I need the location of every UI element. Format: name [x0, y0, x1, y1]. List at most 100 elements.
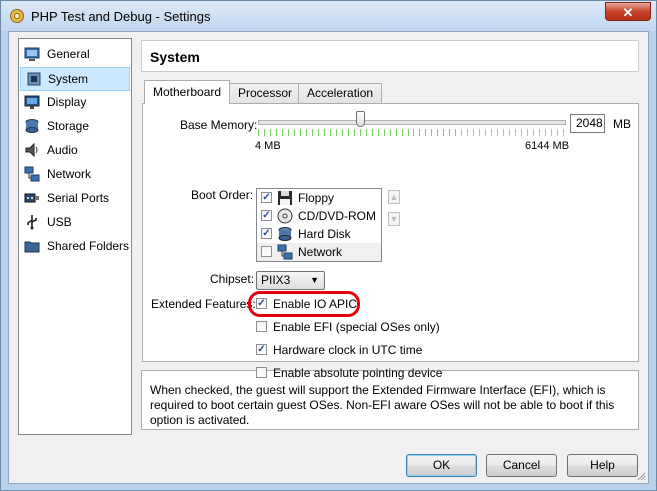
settings-gear-icon: [10, 9, 24, 23]
title-bar[interactable]: PHP Test and Debug - Settings ✕: [1, 1, 656, 31]
settings-sidebar: General System Display Storage Audio Net…: [18, 38, 132, 435]
sidebar-item-general[interactable]: General: [19, 43, 131, 67]
slider-tick: [318, 129, 319, 136]
cancel-button[interactable]: Cancel: [486, 454, 557, 477]
boot-device-name: CD/DVD-ROM: [298, 209, 376, 223]
slider-tick: [455, 129, 456, 136]
slider-tick: [551, 129, 552, 136]
slider-tick: [372, 129, 373, 136]
audio-icon: [25, 142, 38, 158]
slider-tick: [390, 129, 391, 136]
boot-order-list[interactable]: ✓ Floppy ✓ CD/DVD-ROM ✓ Hard Disk Networ…: [256, 188, 382, 262]
arrow-up-icon: ▲: [389, 192, 399, 202]
list-item[interactable]: ✓ Hard Disk: [257, 225, 381, 243]
slider-tick: [521, 129, 522, 136]
hard-disk-icon: [278, 227, 292, 241]
sidebar-item-label: General: [47, 47, 90, 61]
ok-button[interactable]: OK: [406, 454, 477, 477]
boot-device-name: Floppy: [298, 191, 335, 205]
slider-tick: [527, 129, 528, 136]
slider-tick: [282, 129, 283, 136]
page-header: System: [141, 40, 639, 72]
slider-tick: [545, 129, 546, 136]
floppy-icon: [278, 191, 292, 205]
slider-tick: [443, 129, 444, 136]
sidebar-item-label: Serial Ports: [47, 191, 110, 205]
slider-tick: [437, 129, 438, 136]
slider-tick: [467, 129, 468, 136]
close-button[interactable]: ✕: [605, 2, 651, 21]
sidebar-item-serial-ports[interactable]: Serial Ports: [19, 187, 131, 211]
storage-icon: [25, 119, 39, 133]
utc-clock-checkbox[interactable]: ✓: [256, 344, 267, 355]
resize-grip-icon[interactable]: [636, 471, 646, 481]
help-button[interactable]: Help: [567, 454, 638, 477]
shared-folders-icon: [24, 241, 40, 253]
tab-label: Acceleration: [307, 86, 374, 100]
button-label: Help: [590, 458, 615, 472]
window-title: PHP Test and Debug - Settings: [31, 9, 211, 24]
tab-motherboard[interactable]: Motherboard: [144, 80, 231, 104]
slider-tick: [557, 129, 558, 136]
sidebar-item-network[interactable]: Network: [19, 163, 131, 187]
list-item[interactable]: ✓ CD/DVD-ROM: [257, 207, 381, 225]
general-icon: [24, 47, 40, 61]
slider-tick: [503, 129, 504, 136]
option-label: Hardware clock in UTC time: [273, 343, 423, 357]
description-text: When checked, the guest will support the…: [150, 383, 615, 427]
sidebar-item-usb[interactable]: USB: [19, 211, 131, 235]
base-memory-value: 2048: [576, 116, 603, 130]
sidebar-item-label: Display: [47, 95, 87, 109]
button-label: OK: [432, 458, 451, 472]
network-icon: [24, 166, 40, 182]
sidebar-item-label: Storage: [47, 119, 90, 133]
boot-device-name: Network: [298, 245, 343, 259]
slider-tick: [366, 129, 367, 136]
list-item[interactable]: Network: [257, 243, 381, 261]
sidebar-item-system[interactable]: System: [20, 67, 130, 91]
usb-icon: [27, 215, 37, 230]
slider-tick: [264, 129, 265, 136]
list-item[interactable]: ✓ Floppy: [257, 189, 381, 207]
slider-tick: [354, 129, 355, 136]
boot-floppy-checkbox[interactable]: ✓: [261, 192, 272, 203]
efi-checkbox[interactable]: [256, 321, 267, 332]
slider-tick: [491, 129, 492, 136]
slider-tick: [533, 129, 534, 136]
absolute-pointing-checkbox[interactable]: [256, 367, 267, 378]
boot-hard-disk-checkbox[interactable]: ✓: [261, 228, 272, 239]
chipset-label: Chipset:: [210, 272, 255, 286]
memory-slider-ticks: [258, 129, 564, 136]
slider-tick: [288, 129, 289, 136]
slider-tick: [563, 129, 564, 136]
slider-tick: [324, 129, 325, 136]
tab-acceleration[interactable]: Acceleration: [298, 83, 383, 103]
memory-slider-thumb[interactable]: [356, 111, 365, 127]
chevron-down-icon: ▼: [310, 275, 319, 285]
slider-tick: [485, 129, 486, 136]
sidebar-item-shared-folders[interactable]: Shared Folders: [19, 235, 131, 259]
network-boot-icon: [277, 244, 293, 260]
boot-cd-dvd-checkbox[interactable]: ✓: [261, 210, 272, 221]
memory-slider-track[interactable]: [258, 120, 566, 125]
slider-tick: [360, 129, 361, 136]
move-up-button[interactable]: ▲: [388, 190, 400, 204]
display-icon: [24, 95, 40, 109]
slider-tick: [330, 129, 331, 136]
sidebar-item-label: Audio: [47, 143, 78, 157]
tab-label: Motherboard: [153, 85, 222, 99]
tab-processor[interactable]: Processor: [229, 83, 302, 103]
chipset-select[interactable]: PIIX3 ▼: [256, 271, 325, 290]
sidebar-item-label: System: [48, 72, 89, 86]
slider-tick: [402, 129, 403, 136]
sidebar-item-display[interactable]: Display: [19, 91, 131, 115]
boot-network-checkbox[interactable]: [261, 246, 272, 257]
page-title: System: [150, 49, 200, 65]
slider-tick: [509, 129, 510, 136]
move-down-button[interactable]: ▼: [388, 212, 400, 226]
base-memory-input[interactable]: 2048: [570, 114, 605, 133]
io-apic-highlight: [248, 291, 360, 317]
boot-device-name: Hard Disk: [298, 227, 351, 241]
sidebar-item-storage[interactable]: Storage: [19, 115, 131, 139]
sidebar-item-audio[interactable]: Audio: [19, 139, 131, 163]
